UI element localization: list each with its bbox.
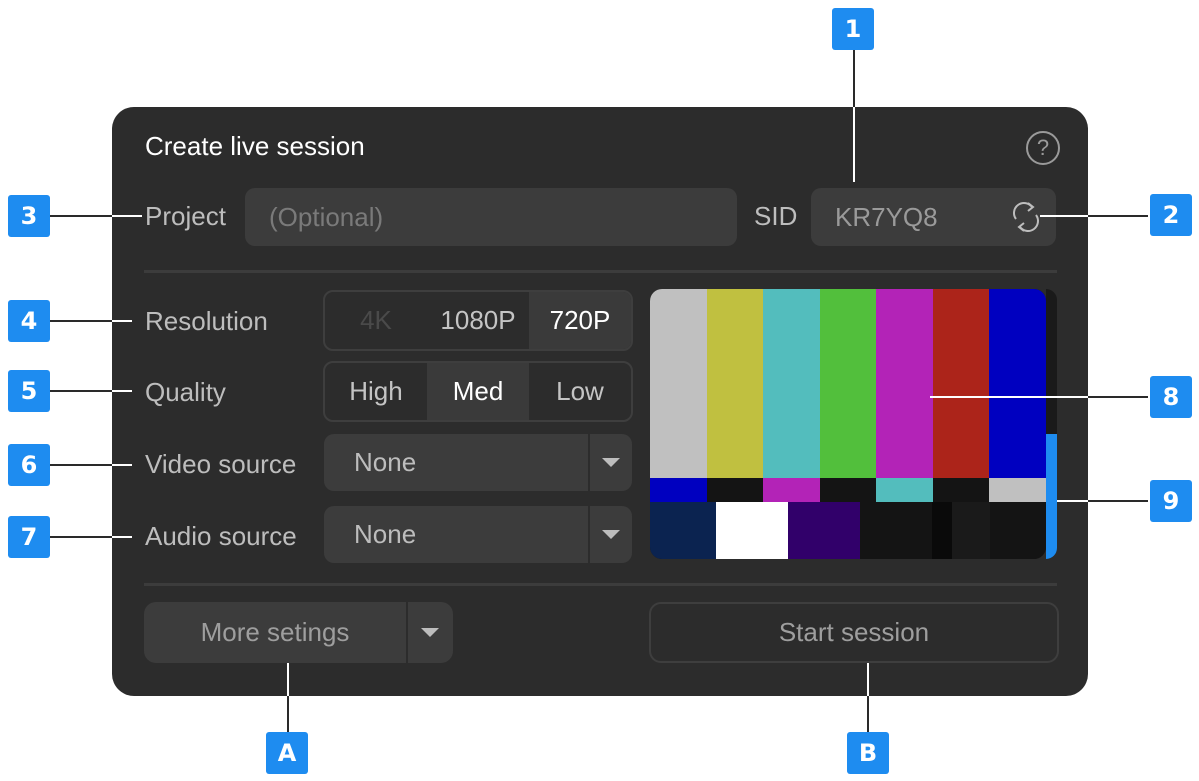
resolution-option-720p[interactable]: 720P [529, 292, 631, 349]
audio-source-dropdown-arrow[interactable] [588, 506, 632, 563]
bottom-block-2 [788, 502, 860, 559]
leader-line-6-inner [112, 464, 132, 466]
leader-line-6-outer [50, 464, 112, 466]
video-preview [650, 289, 1046, 559]
leader-line-1-inner [853, 107, 855, 182]
start-session-button[interactable]: Start session [649, 602, 1059, 663]
color-bar-0 [650, 289, 707, 478]
bottom-block-0 [650, 502, 716, 559]
resolution-option-1080p[interactable]: 1080P [427, 292, 529, 349]
bottom-block-5 [952, 502, 990, 559]
leader-line-b-inner [867, 663, 869, 696]
audio-source-label: Audio source [145, 521, 297, 551]
annotation-badge-7: 7 [8, 516, 50, 558]
bottom-block-3 [860, 502, 932, 559]
strip-bar-3 [819, 478, 877, 502]
strip-bar-4 [876, 478, 933, 502]
leader-line-3-outer [50, 215, 112, 217]
resolution-segmented-control: 4K 1080P 720P [323, 290, 633, 351]
leader-line-a-outer [287, 696, 289, 732]
more-settings-label: More setings [200, 617, 350, 647]
leader-line-b-outer [867, 696, 869, 732]
strip-bar-1 [706, 478, 764, 502]
create-live-session-dialog: Create live session ? Project (Optional)… [112, 107, 1088, 696]
leader-line-8-inner [930, 396, 1088, 398]
color-bar-3 [819, 289, 877, 478]
audio-source-select[interactable]: None [324, 506, 632, 563]
more-settings-button[interactable]: More setings [144, 602, 453, 663]
bottom-block-4 [932, 502, 952, 559]
annotation-badge-9: 9 [1150, 480, 1192, 522]
sid-label: SID [754, 201, 798, 231]
divider-top [144, 270, 1057, 273]
leader-line-5-inner [112, 390, 132, 392]
strip-bar-2 [763, 478, 820, 502]
project-label: Project [145, 201, 226, 231]
leader-line-9-inner [1057, 500, 1088, 502]
annotation-badge-3: 3 [8, 195, 50, 237]
video-source-select[interactable]: None [324, 434, 632, 491]
bottom-block-6 [990, 502, 1046, 559]
leader-line-2-inner [1040, 215, 1088, 217]
annotation-badge-1: 1 [832, 8, 874, 50]
resolution-label: Resolution [145, 306, 268, 336]
leader-line-2-outer [1088, 215, 1148, 217]
quality-option-low[interactable]: Low [529, 363, 631, 420]
leader-line-4-outer [50, 320, 112, 322]
annotation-badge-8: 8 [1150, 376, 1192, 418]
leader-line-3-inner [112, 215, 142, 217]
bottom-block-1 [716, 502, 788, 559]
color-bars-top [650, 289, 1046, 478]
strip-bar-6 [989, 478, 1046, 502]
chevron-down-icon [602, 458, 620, 467]
leader-line-7-outer [50, 536, 112, 538]
video-source-value: None [354, 447, 417, 477]
chevron-down-icon [602, 530, 620, 539]
color-bars-strip [650, 478, 1046, 502]
color-bars-bottom [650, 502, 1046, 559]
annotation-badge-2: 2 [1150, 194, 1192, 236]
leader-line-5-outer [50, 390, 112, 392]
leader-line-a-inner [287, 663, 289, 696]
annotation-badge-5: 5 [8, 370, 50, 412]
annotation-badge-4: 4 [8, 300, 50, 342]
leader-line-7-inner [112, 536, 132, 538]
strip-bar-0 [650, 478, 707, 502]
leader-line-9-outer [1088, 500, 1148, 502]
color-bar-4 [876, 289, 933, 478]
more-settings-dropdown-arrow[interactable] [406, 602, 452, 663]
leader-line-4-inner [112, 320, 132, 322]
audio-source-value: None [354, 519, 417, 549]
color-bar-6 [989, 289, 1046, 478]
quality-option-high[interactable]: High [325, 363, 427, 420]
leader-line-1-outer [853, 50, 855, 107]
video-source-dropdown-arrow[interactable] [588, 434, 632, 491]
strip-bar-5 [932, 478, 990, 502]
color-bar-2 [763, 289, 820, 478]
annotation-badge-b: B [847, 732, 889, 774]
help-icon[interactable]: ? [1026, 131, 1060, 165]
project-placeholder: (Optional) [269, 201, 384, 232]
quality-label: Quality [145, 377, 226, 407]
sid-value: KR7YQ8 [835, 201, 938, 232]
color-bar-5 [932, 289, 990, 478]
project-input[interactable]: (Optional) [245, 188, 737, 246]
quality-segmented-control: High Med Low [323, 361, 633, 422]
chevron-down-icon [421, 628, 439, 637]
annotation-badge-a: A [266, 732, 308, 774]
annotation-badge-6: 6 [8, 444, 50, 486]
quality-option-med[interactable]: Med [427, 363, 529, 420]
divider-bottom [144, 583, 1057, 586]
dialog-title: Create live session [145, 131, 365, 161]
video-source-label: Video source [145, 449, 297, 479]
refresh-sid-icon[interactable] [1008, 197, 1044, 237]
preview-scrollbar-thumb[interactable] [1046, 434, 1057, 559]
leader-line-8-outer [1088, 396, 1148, 398]
color-bar-1 [706, 289, 764, 478]
resolution-option-4k[interactable]: 4K [325, 292, 427, 349]
